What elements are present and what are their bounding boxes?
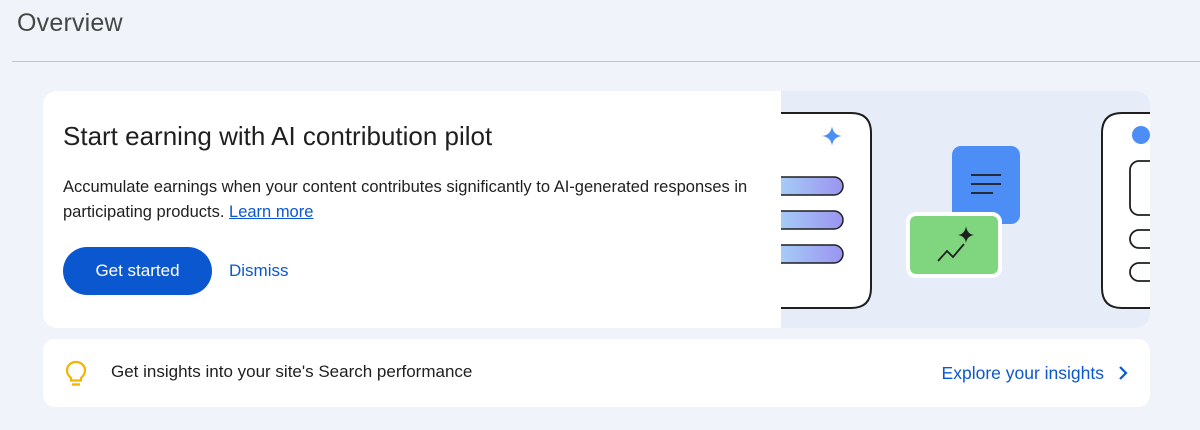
learn-more-link[interactable]: Learn more [229, 203, 313, 221]
dismiss-button[interactable]: Dismiss [227, 247, 291, 295]
lightbulb-icon [65, 360, 87, 386]
insights-text: Get insights into your site's Search per… [111, 362, 473, 381]
promo-description: Accumulate earnings when your content co… [63, 175, 753, 225]
chevron-right-icon [1119, 366, 1128, 380]
get-started-button[interactable]: Get started [63, 247, 212, 295]
insights-bar: Get insights into your site's Search per… [43, 339, 1150, 407]
promo-title: Start earning with AI contribution pilot [63, 121, 493, 151]
illustration-graphic [781, 112, 1150, 309]
promo-description-text: Accumulate earnings when your content co… [63, 178, 748, 221]
promo-illustration [781, 91, 1150, 328]
left-device-frame [781, 112, 872, 309]
right-device-frame [1101, 112, 1150, 309]
page-header: Overview [0, 0, 1200, 62]
trending-chart-icon [906, 212, 1002, 278]
ai-contribution-promo-card: Start earning with AI contribution pilot… [43, 91, 1150, 328]
header-divider [12, 61, 1200, 62]
explore-insights-label: Explore your insights [941, 362, 1104, 383]
explore-insights-link[interactable]: Explore your insights [942, 353, 1128, 393]
page-title: Overview [17, 9, 123, 37]
